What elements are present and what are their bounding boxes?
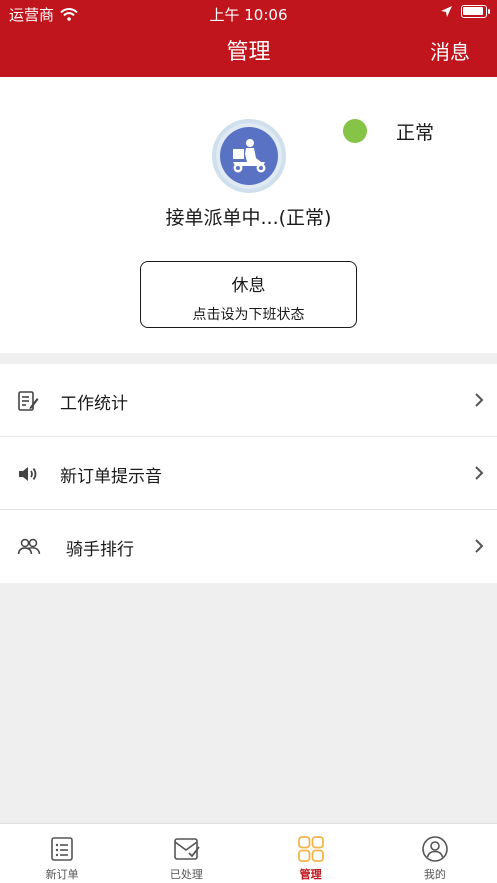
grid-icon: [297, 836, 324, 862]
menu-label: 骑手排行: [66, 540, 134, 560]
rest-button-title: 休息: [231, 276, 266, 296]
tab-management[interactable]: 管理: [249, 824, 373, 883]
status-right: [440, 5, 490, 18]
menu-label: 工作统计: [60, 394, 128, 414]
menu-label: 新订单提示音: [60, 467, 162, 487]
status-label: 正常: [396, 122, 435, 144]
tab-label: 管理: [299, 868, 322, 881]
menu-item-rider-ranking[interactable]: 骑手排行: [0, 510, 497, 583]
menu-item-work-stats[interactable]: 工作统计: [0, 364, 497, 437]
tab-new-orders[interactable]: 新订单: [0, 824, 124, 883]
location-arrow-icon: [441, 6, 452, 17]
users-icon: [17, 538, 41, 555]
tab-mine[interactable]: 我的: [373, 824, 497, 883]
tab-bar: 新订单 已处理 管理 我的: [0, 823, 497, 883]
status-bar: 运营商 上午 10:06: [0, 0, 497, 26]
chevron-right-icon: [475, 466, 484, 480]
edit-list-icon: [18, 391, 39, 411]
header: 运营商 上午 10:06 管理 消息: [0, 0, 497, 77]
tab-label: 我的: [423, 868, 446, 881]
avatar: [212, 119, 286, 193]
chevron-right-icon: [475, 539, 484, 553]
chevron-right-icon: [475, 393, 484, 407]
battery-icon: [461, 5, 490, 18]
user-icon: [422, 836, 448, 862]
rest-button-subtitle: 点击设为下班状态: [192, 307, 305, 323]
rider-status-panel: 正常 接单派单中...(正常) 休息 点击设为下班状态: [0, 77, 497, 353]
messages-button[interactable]: 消息: [430, 36, 470, 65]
rest-button[interactable]: 休息 点击设为下班状态: [140, 261, 357, 328]
dispatch-status-text: 接单派单中...(正常): [165, 207, 332, 229]
tab-label: 已处理: [169, 868, 203, 881]
delivery-scooter-icon: [220, 127, 278, 185]
tab-processed[interactable]: 已处理: [124, 824, 248, 883]
tab-label: 新订单: [45, 868, 79, 881]
list-icon: [51, 837, 73, 861]
page-title: 管理: [226, 40, 271, 65]
speaker-icon: [19, 467, 37, 481]
processed-icon: [174, 838, 201, 860]
menu-item-order-sound[interactable]: 新订单提示音: [0, 437, 497, 510]
status-indicator-dot: [343, 119, 367, 143]
status-time: 上午 10:06: [209, 6, 288, 24]
management-menu: 工作统计 新订单提示音 骑手排行: [0, 364, 497, 583]
